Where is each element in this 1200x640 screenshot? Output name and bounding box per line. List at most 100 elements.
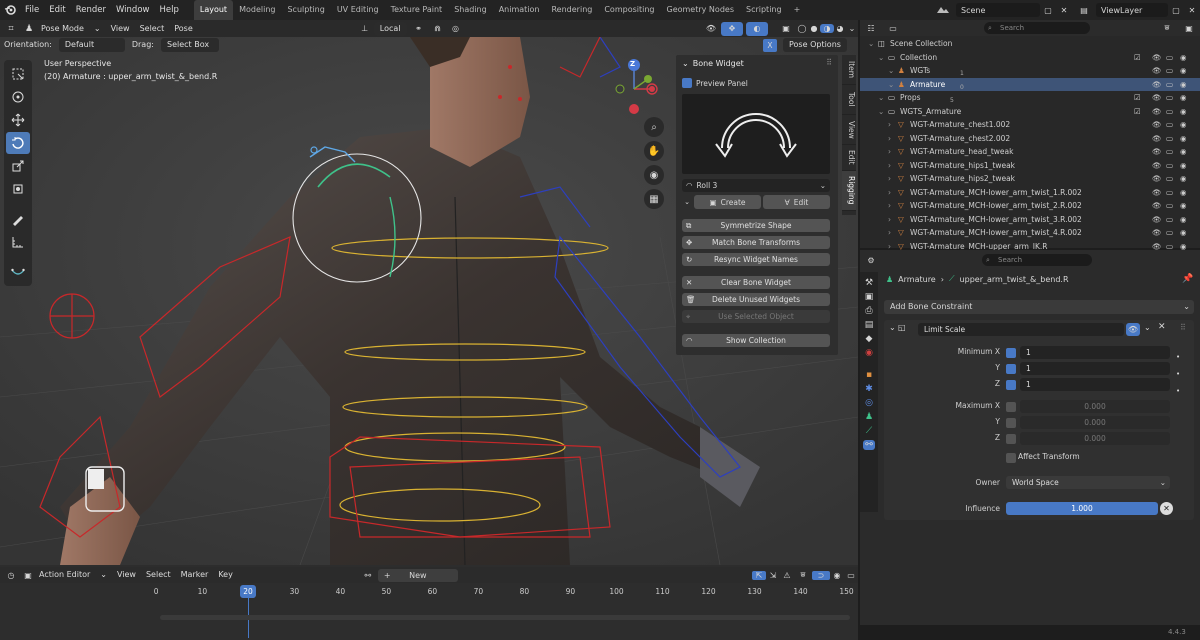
playhead-frame-indicator[interactable]: 20: [240, 585, 256, 598]
visibility-icon[interactable]: 👁: [701, 24, 721, 33]
delete-unused-widgets-button[interactable]: 🗑 Delete Unused Widgets: [682, 293, 830, 306]
use-max-y-checkbox[interactable]: [1006, 418, 1016, 428]
properties-editor-type-icon[interactable]: ⚙: [860, 256, 882, 265]
object-tab-icon[interactable]: ▪: [866, 370, 872, 380]
viewport-icon[interactable]: ▭: [1166, 91, 1173, 105]
gizmo-toggle-icon[interactable]: ✥: [721, 21, 743, 36]
workspace-tab-sculpting[interactable]: Sculpting: [281, 0, 330, 20]
expand-arrow-icon[interactable]: ›: [888, 172, 891, 186]
match-bone-transforms-button[interactable]: ✥ Match Bone Transforms: [682, 236, 830, 249]
shading-options-icon[interactable]: ⌄: [846, 24, 858, 33]
show-collection-button[interactable]: ◠ Show Collection: [682, 334, 830, 347]
expand-arrow-icon[interactable]: ›: [888, 186, 891, 200]
expand-arrow-icon[interactable]: ⌄: [888, 78, 894, 92]
menu-render[interactable]: Render: [71, 0, 111, 20]
render-icon[interactable]: ◉: [1180, 64, 1187, 78]
eye-icon[interactable]: 👁: [1152, 186, 1162, 200]
pan-hand-icon[interactable]: ✋: [644, 141, 664, 161]
view-layer-icon[interactable]: ▤: [1072, 6, 1096, 15]
use-min-y-checkbox[interactable]: [1006, 364, 1016, 374]
constraint-name-field[interactable]: Limit Scale: [918, 323, 1124, 336]
viewport-icon[interactable]: ▭: [1166, 172, 1173, 186]
workspace-tab-compositing[interactable]: Compositing: [598, 0, 660, 20]
tool-tab-icon[interactable]: ⚒: [865, 278, 873, 288]
workspace-tab-layout[interactable]: Layout: [193, 0, 234, 20]
outliner-row[interactable]: › ▽ WGT-Armature_chest1.002 👁 ▭ ◉: [860, 118, 1200, 132]
viewport-icon[interactable]: ▭: [1166, 64, 1173, 78]
outliner-row[interactable]: › ▽ WGT-Armature_hips1_tweak 👁 ▭ ◉: [860, 159, 1200, 173]
move-tool-icon[interactable]: [6, 109, 30, 131]
orientation-dropdown[interactable]: Default: [58, 38, 125, 52]
eye-icon[interactable]: 👁: [1152, 159, 1162, 173]
eye-icon[interactable]: 👁: [1152, 91, 1162, 105]
expand-arrow-icon[interactable]: ›: [888, 226, 891, 240]
cursor-tool-icon[interactable]: [6, 86, 30, 108]
outliner-row[interactable]: › ▽ WGT-Armature_hips2_tweak 👁 ▭ ◉: [860, 172, 1200, 186]
grid-perspective-icon[interactable]: ▦: [644, 189, 664, 209]
outliner-row[interactable]: ⌄ ▭ Collection ☑ 👁 ▭ ◉: [860, 51, 1200, 65]
outliner-row[interactable]: › ▽ WGT-Armature_MCH-lower_arm_twist_3.R.0…: [860, 213, 1200, 227]
transform-orientation-dropdown[interactable]: Local: [373, 21, 407, 36]
viewport-icon[interactable]: ▭: [1166, 199, 1173, 213]
constraint-visibility-icon[interactable]: 👁: [1126, 323, 1140, 336]
outliner-row[interactable]: › ▽ WGT-Armature_MCH-lower_arm_twist_1.R.0…: [860, 186, 1200, 200]
viewport-icon[interactable]: ▭: [1166, 186, 1173, 200]
tab-edit[interactable]: Edit: [842, 145, 856, 171]
clear-bone-widget-button[interactable]: ✕ Clear Bone Widget: [682, 276, 830, 289]
render-tab-icon[interactable]: ▣: [865, 292, 874, 302]
workspace-tab-rendering[interactable]: Rendering: [545, 0, 598, 20]
render-icon[interactable]: ◉: [1180, 213, 1187, 227]
proportional-edit-icon[interactable]: ◎: [447, 24, 465, 33]
view-layer-selector[interactable]: ViewLayer: [1096, 3, 1168, 17]
symmetrize-shape-button[interactable]: ⧉ Symmetrize Shape: [682, 219, 830, 232]
new-collection-icon[interactable]: ▣: [1178, 24, 1200, 33]
expand-arrow-icon[interactable]: ⌄: [878, 105, 884, 119]
eye-icon[interactable]: 👁: [1152, 213, 1162, 227]
tab-item[interactable]: Item: [842, 55, 856, 85]
viewport-icon[interactable]: ▭: [1166, 51, 1173, 65]
snap-icon[interactable]: ⋒: [429, 24, 447, 33]
min-x-field[interactable]: 1: [1020, 346, 1170, 359]
timeline-scrollbar[interactable]: [160, 615, 850, 620]
measure-tool-icon[interactable]: [6, 231, 30, 253]
drag-dropdown[interactable]: Select Box: [160, 38, 219, 52]
viewport-icon[interactable]: ▭: [1166, 78, 1173, 92]
influence-slider[interactable]: 1.000: [1006, 502, 1158, 515]
menu-select[interactable]: Select: [135, 21, 170, 37]
navigation-gizmo[interactable]: Z: [612, 57, 662, 119]
pose-options-dropdown[interactable]: Pose Options: [783, 38, 847, 52]
outliner-search-field[interactable]: ⌕ Search: [984, 22, 1090, 34]
collapse-icon[interactable]: ⌄: [682, 195, 692, 209]
shading-material-icon[interactable]: ◑: [820, 24, 834, 33]
expand-arrow-icon[interactable]: ⌄: [888, 64, 894, 78]
visibility-checkbox-icon[interactable]: ☑: [1134, 105, 1141, 119]
bone-tab-icon[interactable]: ⟋: [866, 426, 872, 436]
chevron-down-icon[interactable]: ⌄: [1144, 323, 1151, 332]
chevron-down-icon[interactable]: ⌄: [889, 323, 896, 332]
shading-rendered-icon[interactable]: ◕: [834, 24, 846, 33]
physics-tab-icon[interactable]: ◎: [865, 398, 873, 408]
pin-icon[interactable]: 📌: [1182, 274, 1193, 284]
keyframe-dot-icon[interactable]: •: [1176, 387, 1180, 395]
widget-shape-dropdown[interactable]: ◠ Roll 3 ⌄: [682, 179, 830, 192]
eye-icon[interactable]: 👁: [1152, 145, 1162, 159]
object-data-tab-icon[interactable]: ♟: [865, 412, 873, 422]
mirror-x-button[interactable]: X: [763, 38, 777, 52]
use-max-x-checkbox[interactable]: [1006, 402, 1016, 412]
outliner-row[interactable]: ⌄ ♟ Armature 0 👁 ▭ ◉: [860, 77, 1200, 92]
keyframe-dot-icon[interactable]: •: [1176, 370, 1180, 378]
workspace-tab-scripting[interactable]: Scripting: [740, 0, 788, 20]
viewport-icon[interactable]: ▭: [1166, 145, 1173, 159]
drag-handle-icon[interactable]: ⠿: [1180, 323, 1186, 332]
use-min-x-checkbox[interactable]: [1006, 348, 1016, 358]
render-icon[interactable]: ◉: [1180, 172, 1187, 186]
transform-tool-icon[interactable]: [6, 178, 30, 200]
scene-icon[interactable]: [930, 5, 956, 15]
eye-icon[interactable]: 👁: [1152, 226, 1162, 240]
max-z-field[interactable]: 0.000: [1020, 432, 1170, 445]
outliner-row[interactable]: › ▽ WGT-Armature_chest2.002 👁 ▭ ◉: [860, 132, 1200, 146]
max-x-field[interactable]: 0.000: [1020, 400, 1170, 413]
annotate-tool-icon[interactable]: [6, 208, 30, 230]
workspace-tab-modeling[interactable]: Modeling: [233, 0, 281, 20]
max-y-field[interactable]: 0.000: [1020, 416, 1170, 429]
